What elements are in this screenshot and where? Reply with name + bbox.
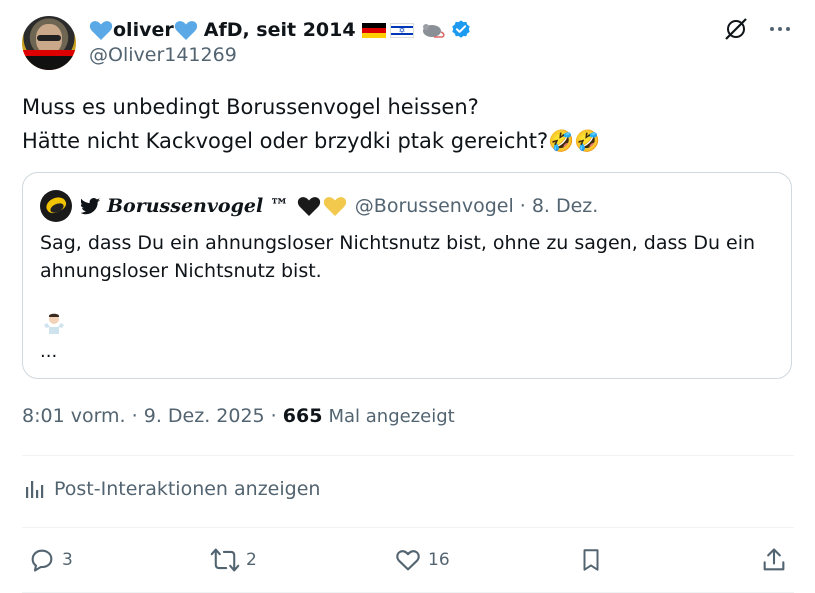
more-icon[interactable] (767, 16, 793, 42)
share-icon (763, 548, 785, 571)
heart-blue-icon (174, 21, 197, 40)
tweet-line-2: Hätte nicht Kackvogel oder brzydki ptak … (22, 129, 601, 153)
bookmark-button[interactable] (578, 540, 610, 580)
analytics-icon (26, 481, 44, 498)
rat-icon (422, 24, 445, 38)
divider (22, 527, 794, 528)
tweet-text: Muss es unbedingt Borussenvogel heissen?… (22, 90, 792, 158)
reply-button[interactable]: 3 (28, 540, 73, 580)
flag-germany-icon (361, 22, 386, 38)
author-name[interactable]: oliver (113, 19, 174, 41)
verified-badge-icon[interactable] (450, 19, 472, 41)
quote-truncation: ... (40, 341, 58, 362)
shrug-emoji-icon (44, 313, 64, 334)
quote-text: Sag, dass Du ein ahnungsloser Nichtsnutz… (40, 232, 756, 282)
reply-icon (31, 549, 53, 572)
tweet-date[interactable]: · 9. Dez. 2025 · (132, 405, 277, 427)
post-insights-link[interactable]: Post-Interaktionen anzeigen (24, 478, 320, 500)
repost-count: 2 (246, 550, 257, 570)
flag-israel-icon: ✡ (389, 22, 414, 38)
repost-icon (210, 548, 240, 572)
insights-label[interactable]: Post-Interaktionen anzeigen (54, 478, 320, 500)
like-count: 16 (428, 550, 450, 570)
quote-author-handle[interactable]: @Borussenvogel (355, 195, 514, 217)
tweet-meta: 8:01 vorm. · 9. Dez. 2025 · 665 Mal ange… (22, 405, 455, 427)
author-name-row[interactable]: oliver AfD, seit 2014 ✡ (89, 14, 472, 46)
grok-icon[interactable] (723, 16, 749, 42)
author-name-suffix[interactable]: AfD, seit 2014 (204, 19, 356, 41)
reply-count: 3 (62, 550, 73, 570)
bird-icon (81, 198, 101, 215)
tweet-line-1: Muss es unbedingt Borussenvogel heissen? (22, 95, 479, 119)
quoted-tweet[interactable]: 𝑩𝒐𝒓𝒖𝒔𝒔𝒆𝒏𝒗𝒐𝒈𝒆𝒍 ™ @Borussenvogel · 8. Dez.… (22, 172, 792, 379)
view-count: 665 (282, 405, 323, 427)
heart-black-icon (297, 197, 320, 216)
quote-author-name[interactable]: 𝑩𝒐𝒓𝒖𝒔𝒔𝒆𝒏𝒗𝒐𝒈𝒆𝒍 ™ (107, 195, 289, 217)
tweet-time[interactable]: 8:01 vorm. (22, 405, 126, 427)
heart-yellow-icon (323, 197, 346, 216)
repost-button[interactable]: 2 (210, 540, 257, 580)
view-label: Mal angezeigt (328, 406, 455, 427)
divider (22, 455, 794, 456)
share-button[interactable] (760, 540, 794, 580)
like-button[interactable]: 16 (394, 540, 450, 580)
action-bar: 3 2 16 (22, 540, 794, 580)
bookmark-icon (583, 549, 599, 571)
quote-date[interactable]: · 8. Dez. (520, 195, 599, 217)
author-avatar[interactable] (22, 16, 76, 70)
quote-avatar[interactable] (40, 190, 72, 222)
like-icon (396, 550, 420, 571)
heart-blue-icon (89, 21, 113, 40)
author-handle[interactable]: @Oliver141269 (89, 44, 237, 66)
